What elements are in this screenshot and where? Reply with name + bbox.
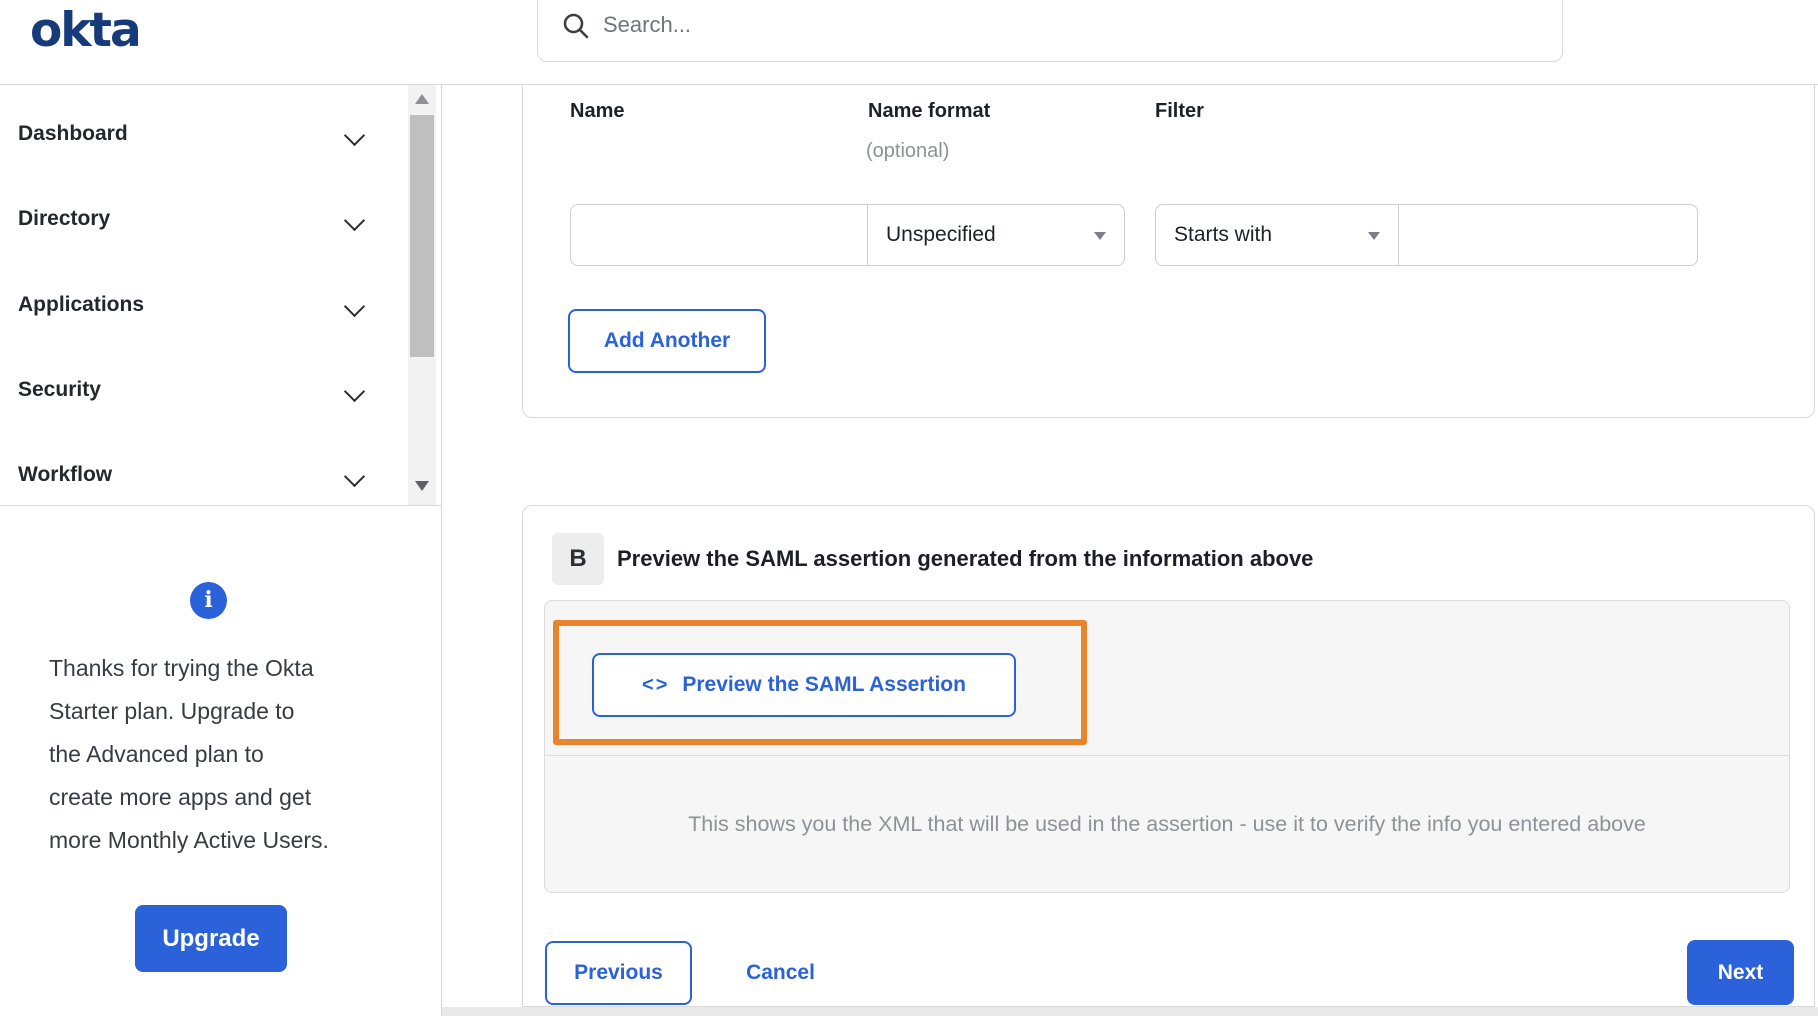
upgrade-button[interactable]: Upgrade — [135, 905, 287, 972]
sidebar-item-dashboard[interactable]: Dashboard — [0, 122, 400, 156]
trial-notice: Thanks for trying the Okta Starter plan.… — [49, 647, 389, 862]
sidebar-item-label: Applications — [18, 293, 145, 316]
sidebar-item-label: Security — [18, 378, 101, 401]
preview-saml-assertion-button[interactable]: <> Preview the SAML Assertion — [592, 653, 1016, 717]
chevron-down-icon — [343, 295, 366, 318]
filter-value-input[interactable] — [1398, 204, 1698, 266]
preview-button-label: Preview the SAML Assertion — [682, 673, 966, 696]
trial-notice-line: the Advanced plan to — [49, 741, 264, 767]
okta-admin-console: okta Dashboard Directory Applications Se… — [0, 0, 1818, 1016]
dropdown-caret-icon — [1368, 232, 1380, 240]
next-button[interactable]: Next — [1687, 940, 1794, 1005]
code-icon: <> — [642, 673, 670, 696]
chevron-down-icon — [343, 465, 366, 488]
chevron-down-icon — [343, 380, 366, 403]
filter-column-label: Filter — [1155, 100, 1204, 122]
attribute-name-input[interactable] — [570, 204, 868, 266]
trial-notice-line: Thanks for trying the Okta — [49, 655, 314, 681]
trial-notice-line: more Monthly Active Users. — [49, 827, 329, 853]
sidebar-item-label: Dashboard — [18, 122, 128, 145]
add-another-button[interactable]: Add Another — [568, 309, 766, 373]
name-column-label: Name — [570, 100, 625, 122]
search-icon — [563, 13, 589, 38]
preview-helper-text: This shows you the XML that will be used… — [688, 812, 1646, 836]
trial-notice-line: create more apps and get — [49, 784, 312, 810]
chevron-down-icon — [343, 209, 366, 232]
sidebar-item-workflow[interactable]: Workflow — [0, 463, 400, 497]
name-format-selected-value: Unspecified — [886, 223, 996, 246]
sidebar-item-applications[interactable]: Applications — [0, 293, 400, 327]
sidebar-item-label: Directory — [18, 207, 111, 230]
sidebar-item-label: Workflow — [18, 463, 113, 486]
filter-type-select[interactable]: Starts with — [1155, 204, 1399, 266]
name-format-optional-note: (optional) — [866, 140, 950, 162]
cancel-link[interactable]: Cancel — [723, 941, 838, 1005]
info-icon: i — [190, 582, 227, 619]
sidebar-scrollbar[interactable] — [408, 85, 436, 505]
app-header: okta — [0, 0, 1818, 85]
sidebar-item-security[interactable]: Security — [0, 378, 400, 412]
scroll-up-arrow-icon[interactable] — [415, 94, 429, 104]
name-format-select[interactable]: Unspecified — [867, 204, 1125, 266]
filter-type-selected-value: Starts with — [1174, 223, 1273, 246]
trial-notice-line: Starter plan. Upgrade to — [49, 698, 295, 724]
step-b-badge: B — [552, 533, 604, 585]
preview-panel-divider — [545, 755, 1789, 756]
dropdown-caret-icon — [1094, 232, 1106, 240]
sidebar-item-directory[interactable]: Directory — [0, 207, 400, 241]
scroll-down-arrow-icon[interactable] — [415, 481, 429, 491]
sidebar: Dashboard Directory Applications Securit… — [0, 85, 442, 1016]
name-format-column-label: Name format — [868, 100, 991, 122]
global-search-box[interactable] — [537, 0, 1563, 62]
scrollbar-thumb[interactable] — [410, 115, 434, 357]
chevron-down-icon — [343, 124, 366, 147]
viewport-bottom-strip — [441, 1007, 1818, 1016]
search-input[interactable] — [603, 12, 1503, 38]
okta-logo[interactable]: okta — [30, 2, 142, 60]
previous-button[interactable]: Previous — [545, 941, 692, 1005]
sidebar-nav-divider — [0, 505, 442, 506]
preview-section-heading: Preview the SAML assertion generated fro… — [617, 546, 1314, 571]
